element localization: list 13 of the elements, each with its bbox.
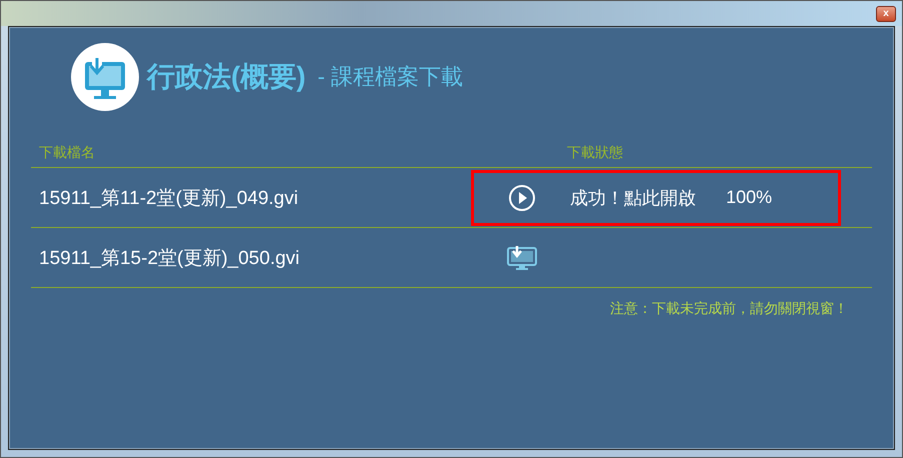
file-name: 15911_第11-2堂(更新)_049.gvi (38, 186, 300, 210)
file-name: 15911_第15-2堂(更新)_050.gvi (38, 246, 301, 270)
play-icon[interactable] (508, 184, 536, 212)
monitor-download-icon (71, 43, 139, 111)
dialog-subtitle: - 課程檔案下載 (318, 63, 464, 91)
status-link[interactable]: 成功！點此開啟 (570, 186, 696, 210)
warning-notice: 注意：下載未完成前，請勿關閉視窗！ (609, 299, 849, 318)
course-title: 行政法(概要) (147, 60, 306, 94)
close-button[interactable]: x (876, 6, 896, 22)
monitor-download-icon[interactable] (507, 244, 537, 270)
column-header: 下載檔名 (38, 144, 96, 162)
column-header: 下載狀態 (567, 144, 623, 162)
progress-percent: 100% (726, 187, 772, 208)
